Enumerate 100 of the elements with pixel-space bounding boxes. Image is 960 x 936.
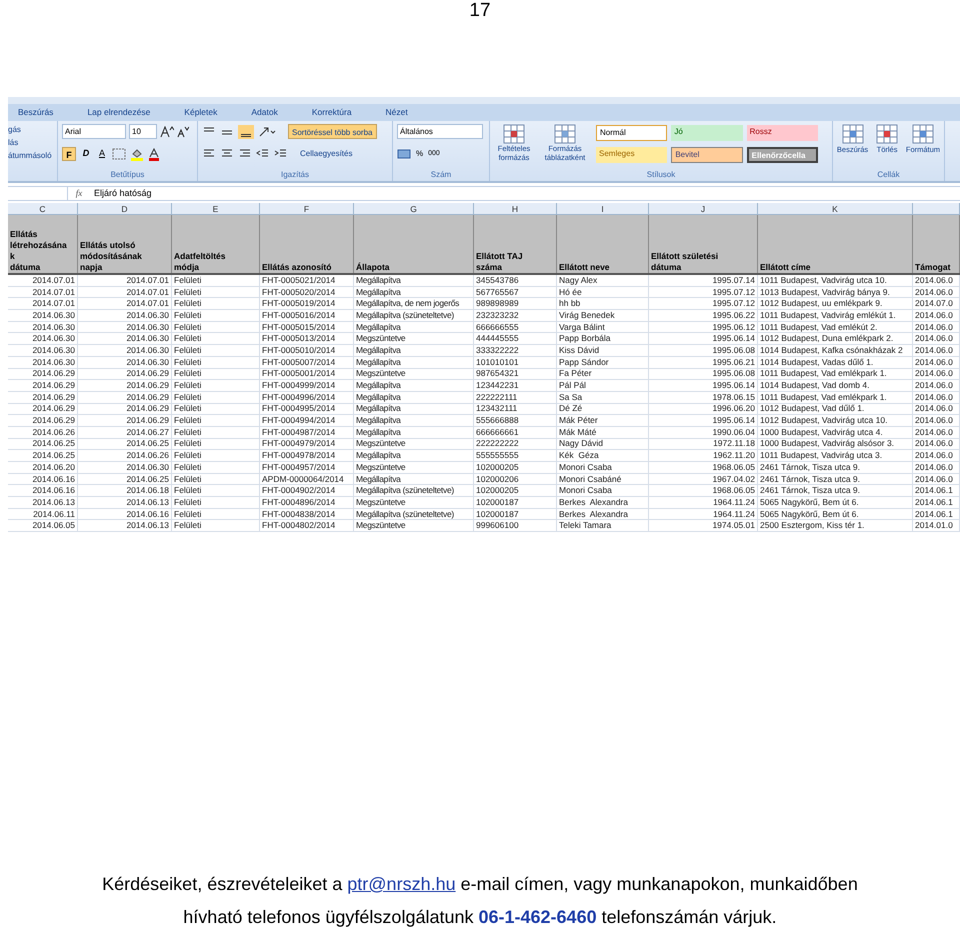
column-letter[interactable]: C (39, 203, 46, 214)
table-cell: 1995.06.12 (712, 322, 755, 332)
table-cell: 1995.06.22 (712, 310, 755, 321)
cell-style-swatch[interactable]: Semleges (596, 147, 668, 163)
table-cell: FHT-0005010/2014 (262, 345, 336, 356)
merge-cells-button[interactable]: Cellaegyesítés (300, 148, 352, 160)
column-letter[interactable]: I (601, 203, 604, 214)
align-bottom-button[interactable] (238, 124, 254, 138)
font-size-dropdown[interactable]: 10 (129, 124, 157, 139)
ribbon-tab[interactable]: Adatok (245, 105, 284, 120)
table-cell: Fa Péter (559, 368, 592, 380)
percent-button[interactable]: % (416, 148, 424, 160)
bold-button[interactable]: F (62, 147, 76, 161)
table-cell: 2014.06.0 (915, 275, 953, 286)
column-header: Ellátás azonosító (262, 262, 332, 273)
table-cell: 345543786 (476, 275, 519, 286)
table-cell: 2014.06.13 (126, 520, 169, 532)
table-cell: 2014.07.01 (126, 275, 169, 286)
table-cell: 2014.06.25 (32, 450, 75, 461)
column-header: Állapota (356, 262, 390, 273)
table-cell: 2014.06.29 (126, 368, 169, 380)
table-cell: FHT-0005001/2014 (262, 368, 336, 380)
column-letter[interactable]: G (410, 203, 417, 214)
table-cell: 2014.06.26 (126, 450, 169, 461)
table-cell: 1962.11.20 (713, 450, 755, 461)
table-cell: 2461 Tárnok, Tisza utca 9. (760, 485, 860, 496)
function-label[interactable]: fx (68, 186, 90, 200)
table-cell: FHT-0005019/2014 (262, 298, 336, 310)
table-cell: 1996.06.20 (712, 404, 755, 414)
table-cell: 2014.06.30 (126, 345, 169, 356)
column-letter[interactable]: J (700, 203, 706, 214)
table-cell: 1964.11.24 (713, 508, 755, 520)
table-cell: 1012 Budapest, uu emlékpark 9. (760, 298, 882, 310)
table-cell: 2014.06.29 (32, 368, 75, 380)
table-cell: 1995.06.14 (712, 333, 755, 344)
column-letter[interactable]: H (512, 203, 518, 214)
orientation-icon[interactable] (258, 126, 276, 138)
clipboard-command[interactable]: gás (8, 123, 57, 136)
table-cell: Sa Sa (559, 392, 582, 403)
column-letter[interactable]: E (212, 203, 218, 214)
table-cell: Megszüntetve (356, 520, 406, 532)
table-cell: 2461 Tárnok, Tisza utca 9. (760, 474, 860, 484)
table-cell: Megszüntetve (356, 333, 406, 344)
table-cell: 222222222 (476, 438, 519, 450)
table-cell: FHT-0005020/2014 (262, 286, 336, 298)
cell-style-swatch[interactable]: Rossz (746, 125, 818, 141)
clipboard-command[interactable]: lás (8, 136, 57, 149)
cell-style-swatch[interactable]: Jó (671, 125, 743, 141)
shrink-font-icon[interactable] (177, 126, 189, 138)
table-cell: 2014.06.16 (126, 508, 169, 520)
table-cell: Megállapítva (356, 356, 401, 368)
font-name-dropdown[interactable]: Arial (62, 124, 126, 139)
table-cell: 123432111 (476, 404, 518, 414)
table-cell: 2014.06.05 (32, 520, 75, 532)
font-color-icon[interactable] (148, 148, 160, 160)
conditional-format-icon (503, 124, 525, 144)
currency-icon[interactable] (397, 148, 411, 160)
table-cell: 1974.05.01 (712, 520, 755, 532)
table-cell: Kék Géza (559, 450, 599, 461)
table-cell: 5065 Nagykörű, Bem út 6. (760, 497, 859, 508)
column-letter[interactable]: F (304, 203, 310, 214)
table-cell: Felületi (174, 415, 202, 426)
column-header: Ellátott TAJ száma (476, 251, 523, 273)
underline-button[interactable]: A (96, 147, 108, 161)
table-cell: Felületi (174, 298, 202, 310)
table-cell: Felületi (174, 485, 202, 496)
ribbon-tab[interactable]: Beszúrás (12, 105, 60, 120)
fill-color-icon[interactable] (130, 148, 144, 160)
table-cell: 1964.11.24 (713, 497, 755, 508)
table-cell: 2014.06.30 (32, 310, 75, 321)
italic-button[interactable]: D (80, 147, 92, 161)
table-cell: 1014 Budapest, Vadas dűlő 1. (760, 356, 874, 368)
border-icon[interactable] (112, 148, 126, 160)
table-cell: Megszüntetve (356, 462, 406, 473)
email-link[interactable]: ptr@nrszh.hu (347, 874, 456, 894)
table-cell: 1000 Budapest, Vadvirág alsósor 3. (760, 438, 894, 450)
column-letter[interactable]: K (832, 203, 838, 214)
table-cell: Varga Bálint (559, 322, 605, 332)
ribbon-tab[interactable]: Nézet (380, 105, 414, 120)
formula-bar-value[interactable]: Eljáró hatóság (90, 186, 152, 200)
grow-font-icon[interactable] (160, 126, 174, 138)
table-cell: 2014.06.0 (915, 474, 953, 484)
ribbon-tab[interactable]: Korrektúra (306, 105, 358, 120)
table-cell: 102000206 (476, 474, 519, 484)
ribbon-tab[interactable]: Lap elrendezése (81, 105, 156, 120)
cell-style-swatch[interactable]: Normál (596, 125, 668, 141)
table-cell: Megszüntetve (356, 497, 406, 508)
footer-text: Kérdéseiket, észrevételeiket a ptr@nrszh.hu e-mail címen, vagy munkanapokon, munkaidőben hívható telefonos ügyfélszolgálatunk 06-1-462-6460 telefonszámán várjuk. (101, 873, 859, 929)
table-cell: Felületi (174, 368, 202, 380)
column-letter[interactable]: D (121, 203, 128, 214)
cell-style-swatch[interactable]: Bevitel (671, 147, 743, 163)
table-cell: Megállapítva (356, 286, 401, 298)
clipboard-command[interactable]: átummásoló (8, 149, 57, 162)
table-cell: FHT-0004979/2014 (262, 438, 336, 450)
table-cell: Monori Csaba (559, 462, 612, 473)
number-format-dropdown[interactable]: Általános (397, 124, 483, 139)
table-cell: FHT-0004999/2014 (262, 380, 336, 391)
ribbon-tab[interactable]: Képletek (178, 105, 224, 120)
wrap-text-button[interactable]: Sortöréssel több sorba (288, 124, 376, 139)
table-cell: 1967.04.02 (712, 474, 755, 484)
